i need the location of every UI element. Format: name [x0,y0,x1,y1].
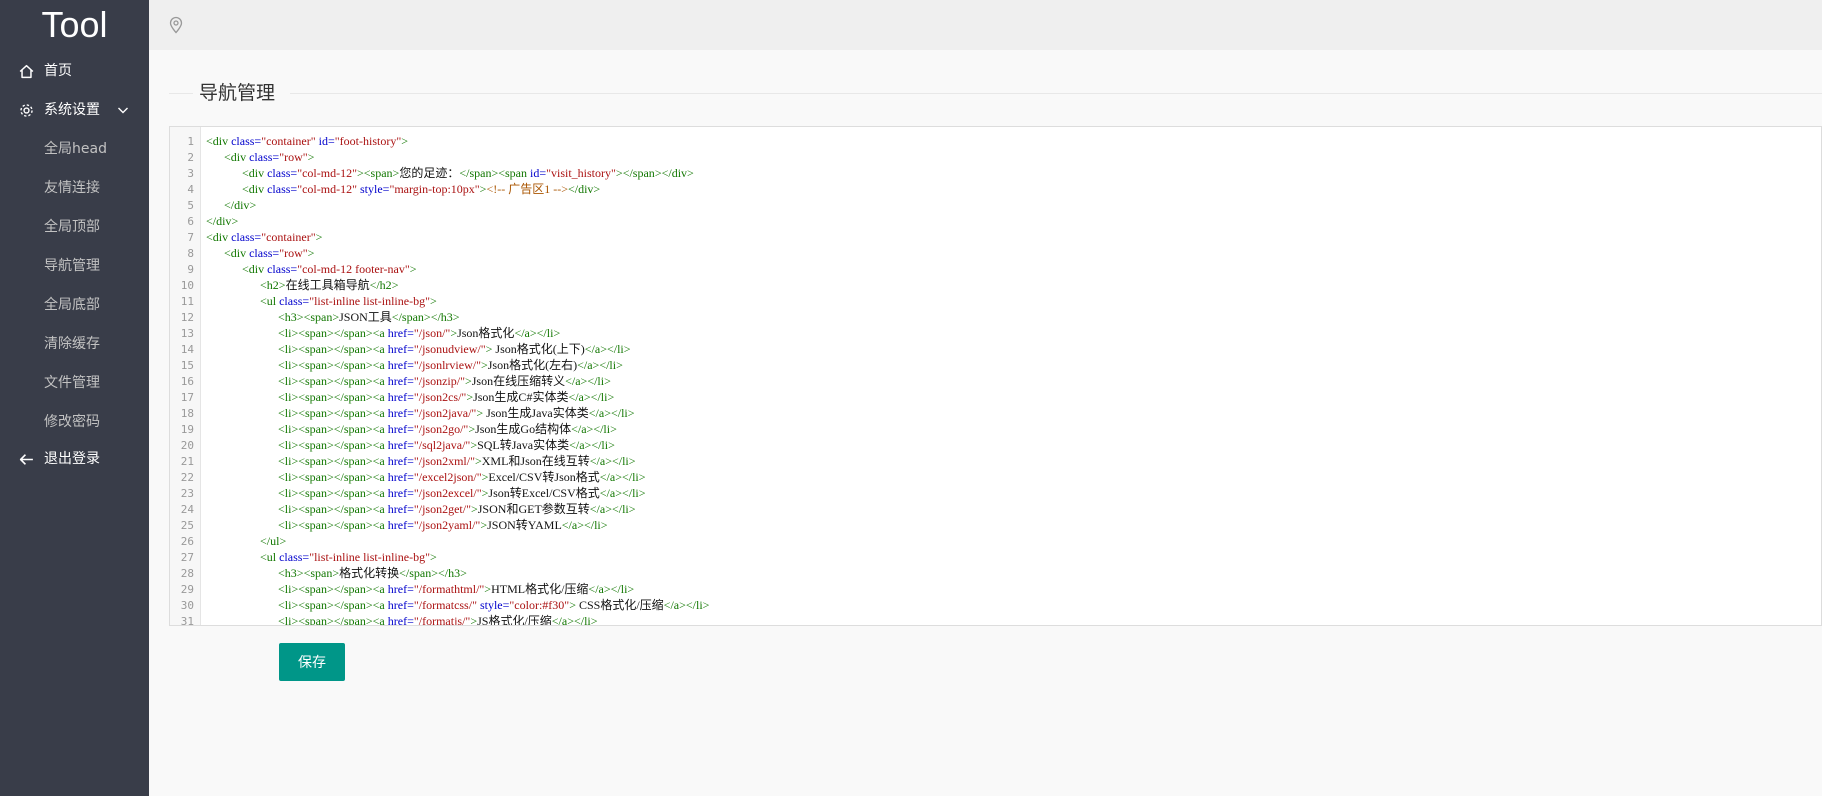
line-number: 7 [187,231,194,244]
line-number: 26 [180,535,194,548]
sidebar-subitem-label: 导航管理 [44,258,100,274]
code-line[interactable]: <h2>在线工具箱导航</h2> [206,277,398,293]
code-line[interactable]: <li><span></span><a href="/formatjs/">JS… [206,613,598,625]
line-number-gutter: 1 2 3 4 5 6 7 8 9 10 11 12 13 14 15 16 17 18 19 20 21 22 23 24 2… [170,127,201,625]
code-line[interactable]: <li><span></span><a href="/jsonzip/">Jso… [206,373,611,389]
sidebar-item-label: 退出登录 [44,451,100,467]
home-icon [19,64,34,79]
chevron-down-icon [118,107,128,114]
line-number: 15 [180,359,194,372]
code-line[interactable]: <li><span></span><a href="/json2yaml/">J… [206,517,608,533]
title-divider [290,93,1822,94]
line-number: 27 [180,551,194,564]
line-number: 13 [180,327,194,340]
line-number: 21 [180,455,194,468]
sidebar-subitem-label: 友情连接 [44,180,100,196]
sidebar-item-label: 首页 [44,63,72,79]
sidebar-subitem-global-bottom[interactable]: 全局底部 [0,286,149,325]
sidebar-subitem-label: 清除缓存 [44,336,100,352]
code-line[interactable]: </div> [206,213,238,229]
line-number: 4 [187,183,194,196]
code-line[interactable]: <h3><span>格式化转换</span></h3> [206,565,467,581]
app-logo: Tool [41,4,108,45]
line-number: 16 [180,375,194,388]
code-line[interactable]: <li><span></span><a href="/json2cs/">Jso… [206,389,614,405]
line-number: 3 [187,167,194,180]
sidebar: Tool 首页 系统设置 全局head 友情连接 全局顶部 导航管理 全局底部 … [0,0,149,796]
code-line[interactable]: </ul> [206,533,286,549]
line-number: 24 [180,503,194,516]
sidebar-subitem-friend-links[interactable]: 友情连接 [0,169,149,208]
code-line[interactable]: <li><span></span><a href="/json2go/">Jso… [206,421,617,437]
code-line[interactable]: <li><span></span><a href="/jsonlrview/">… [206,357,623,373]
line-number: 25 [180,519,194,532]
line-number: 18 [180,407,194,420]
code-line[interactable]: <li><span></span><a href="/formathtml/">… [206,581,634,597]
sidebar-subitem-label: 文件管理 [44,375,100,391]
line-number: 23 [180,487,194,500]
sidebar-subitem-global-top[interactable]: 全局顶部 [0,208,149,247]
code-line[interactable]: <div class="col-md-12"><span>您的足迹：</span… [206,165,694,181]
sidebar-subitem-file-management[interactable]: 文件管理 [0,364,149,403]
code-line[interactable]: <ul class="list-inline list-inline-bg"> [206,549,437,565]
sidebar-item-system-settings[interactable]: 系统设置 [0,91,149,130]
location-pin-icon[interactable] [168,16,184,34]
sidebar-item-label: 系统设置 [44,102,100,118]
code-editor[interactable]: 1 2 3 4 5 6 7 8 9 10 11 12 13 14 15 16 17 18 19 20 21 22 23 24 2… [169,126,1822,626]
sidebar-subitem-label: 全局head [44,141,107,157]
line-number: 5 [187,199,194,212]
sidebar-item-logout[interactable]: 退出登录 [0,440,149,479]
code-line[interactable]: <div class="col-md-12" style="margin-top… [206,181,600,197]
line-number: 11 [180,295,194,308]
code-line[interactable]: <h3><span>JSON工具</span></h3> [206,309,460,325]
sidebar-subitem-global-head[interactable]: 全局head [0,130,149,169]
line-number: 1 [187,135,194,148]
line-number: 2 [187,151,194,164]
line-number: 30 [180,599,194,612]
code-line[interactable]: </div> [206,197,256,213]
line-number: 9 [187,263,194,276]
top-bar [149,0,1822,50]
code-line[interactable]: <li><span></span><a href="/json2java/"> … [206,405,635,421]
sidebar-item-home[interactable]: 首页 [0,52,149,91]
code-line[interactable]: <div class="row"> [206,149,314,165]
code-line[interactable]: <div class="row"> [206,245,314,261]
line-number: 28 [180,567,194,580]
line-number: 6 [187,215,194,228]
line-number: 20 [180,439,194,452]
arrow-left-icon [19,454,33,465]
line-number: 29 [180,583,194,596]
sidebar-subitem-label: 全局底部 [44,297,100,313]
line-number: 17 [180,391,194,404]
code-line[interactable]: <ul class="list-inline list-inline-bg"> [206,293,437,309]
line-number: 19 [180,423,194,436]
code-line[interactable]: <li><span></span><a href="/json2excel/">… [206,485,646,501]
sidebar-subitem-label: 全局顶部 [44,219,100,235]
code-line[interactable]: <li><span></span><a href="/json2xml/">XM… [206,453,636,469]
page-title: 导航管理 [199,82,276,104]
code-line[interactable]: <div class="col-md-12 footer-nav"> [206,261,417,277]
code-line[interactable]: <li><span></span><a href="/formatcss/" s… [206,597,709,613]
gear-icon [20,104,33,117]
code-line[interactable]: <div class="container"> [206,229,322,245]
sidebar-subitem-change-password[interactable]: 修改密码 [0,403,149,442]
code-line[interactable]: <li><span></span><a href="/json/">Json格式… [206,325,560,341]
code-line[interactable]: <li><span></span><a href="/excel2json/">… [206,469,646,485]
sidebar-subitem-clear-cache[interactable]: 清除缓存 [0,325,149,364]
line-number: 31 [180,615,194,626]
code-line[interactable]: <li><span></span><a href="/sql2java/">SQ… [206,437,615,453]
title-divider-left [169,93,193,94]
save-button[interactable]: 保存 [279,643,345,681]
code-line[interactable]: <li><span></span><a href="/json2get/">JS… [206,501,636,517]
line-number: 10 [180,279,194,292]
line-number: 22 [180,471,194,484]
sidebar-subitem-nav-management[interactable]: 导航管理 [0,247,149,286]
code-line[interactable]: <li><span></span><a href="/jsonudview/">… [206,341,631,357]
sidebar-subitem-label: 修改密码 [44,414,100,430]
line-number: 8 [187,247,194,260]
code-line[interactable]: <div class="container" id="foot-history"… [206,133,408,149]
line-number: 12 [180,311,194,324]
line-number: 14 [180,343,194,356]
